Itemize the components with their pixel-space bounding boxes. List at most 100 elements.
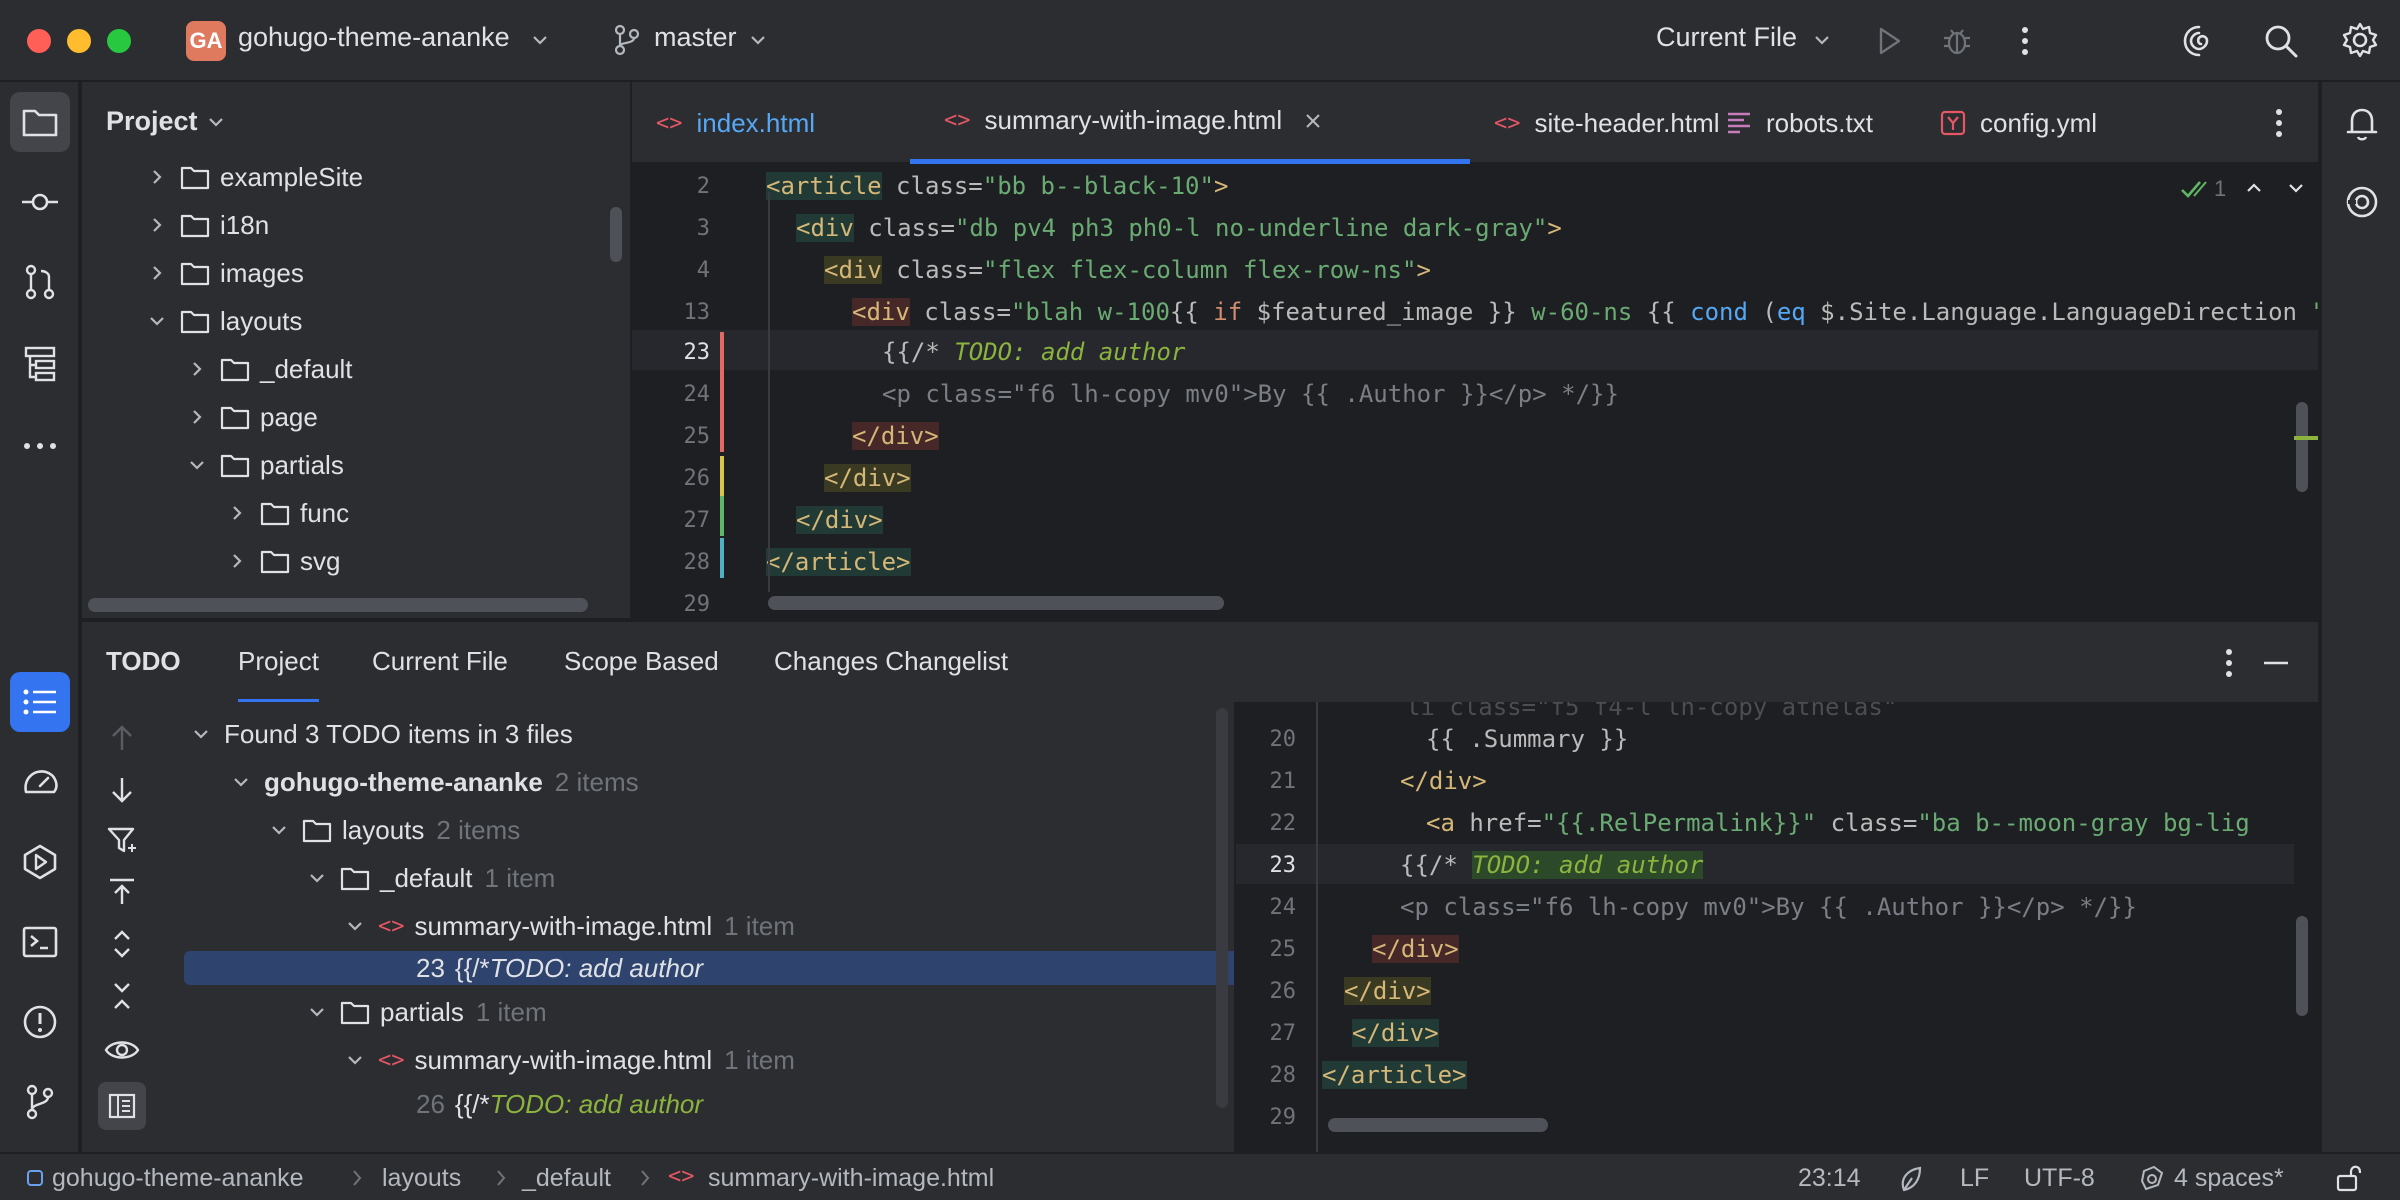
project-tool-button[interactable] — [10, 92, 70, 152]
todo-tool-button[interactable] — [10, 672, 70, 732]
todo-tree-default[interactable]: _default 1 item — [302, 856, 555, 900]
chevron-right-icon[interactable] — [142, 210, 172, 240]
ai-assistant-icon[interactable] — [2180, 22, 2218, 60]
tab-changes-changelist[interactable]: Changes Changelist — [774, 646, 1008, 677]
filter-icon[interactable] — [106, 824, 138, 856]
todo-tree-file-2[interactable]: <> summary-with-image.html 1 item — [340, 1038, 795, 1082]
more-tools-button[interactable] — [10, 416, 70, 476]
line-ending[interactable]: LF — [1960, 1164, 1989, 1193]
inspection-count[interactable]: 1 — [2214, 176, 2226, 202]
breadcrumb-file[interactable]: summary-with-image.html — [708, 1164, 994, 1193]
branch-name[interactable]: master — [654, 22, 737, 53]
tab-scope-based[interactable]: Scope Based — [564, 646, 719, 677]
todo-tree-root[interactable]: gohugo-theme-ananke 2 items — [226, 760, 639, 804]
chevron-down-icon[interactable] — [340, 1045, 370, 1075]
arrow-up-icon[interactable] — [106, 722, 138, 754]
chevron-right-icon[interactable] — [222, 498, 252, 528]
chevron-up-icon[interactable] — [2244, 178, 2264, 198]
todo-tree-partials[interactable]: partials 1 item — [302, 990, 547, 1034]
chevron-down-icon[interactable] — [206, 112, 226, 132]
todo-item[interactable]: 26 {{/* TODO: add author — [416, 1082, 703, 1126]
editorconfig-icon[interactable] — [2138, 1165, 2166, 1193]
chevron-down-icon[interactable] — [142, 306, 172, 336]
more-vertical-icon[interactable] — [2012, 24, 2038, 58]
breadcrumb-default[interactable]: _default — [522, 1164, 611, 1193]
arrow-down-icon[interactable] — [106, 774, 138, 806]
close-window-button[interactable] — [27, 29, 51, 53]
breadcrumb-layouts[interactable]: layouts — [382, 1164, 461, 1193]
structure-tool-button[interactable] — [10, 334, 70, 394]
preview-horizontal-scrollbar[interactable] — [1328, 1118, 1548, 1132]
collapse-all-icon[interactable] — [106, 980, 138, 1012]
more-vertical-icon[interactable] — [2222, 646, 2236, 680]
caret-position[interactable]: 23:14 — [1798, 1164, 1861, 1193]
tab-robots-txt[interactable]: robots.txt — [1694, 82, 1873, 164]
chevron-right-icon[interactable] — [182, 354, 212, 384]
services-tool-button[interactable] — [10, 832, 70, 892]
zoom-window-button[interactable] — [107, 29, 131, 53]
tab-project[interactable]: Project — [238, 646, 319, 704]
tab-config-yml[interactable]: config.yml — [1940, 82, 2097, 164]
project-panel-title[interactable]: Project — [106, 106, 198, 137]
pull-requests-tool-button[interactable] — [10, 252, 70, 312]
minimize-window-button[interactable] — [67, 29, 91, 53]
tab-index-html[interactable]: <> index.html — [656, 82, 815, 164]
chevron-down-icon[interactable] — [186, 719, 216, 749]
chevron-down-icon[interactable] — [302, 997, 332, 1027]
breadcrumb-project[interactable]: gohugo-theme-ananke — [52, 1164, 304, 1193]
chevron-down-icon[interactable] — [226, 767, 256, 797]
todo-tree-file-1[interactable]: <> summary-with-image.html 1 item — [340, 904, 795, 948]
chevron-down-icon[interactable] — [340, 911, 370, 941]
problems-tool-button[interactable] — [10, 992, 70, 1052]
tab-site-header-html[interactable]: <> site-header.html — [1360, 82, 1719, 164]
vertical-scrollbar[interactable] — [610, 207, 622, 262]
run-icon[interactable] — [1874, 25, 1904, 57]
unlock-icon[interactable] — [2334, 1164, 2362, 1192]
search-icon[interactable] — [2262, 22, 2300, 60]
readonly-icon[interactable] — [1898, 1166, 1926, 1192]
eye-icon[interactable] — [104, 1036, 140, 1064]
settings-gear-icon[interactable] — [2340, 20, 2380, 60]
preview-toggle-button[interactable] — [98, 1082, 146, 1130]
chevron-down-icon[interactable] — [2286, 178, 2306, 198]
chevron-right-icon[interactable] — [222, 546, 252, 576]
chevron-right-icon[interactable] — [142, 258, 172, 288]
close-tab-icon[interactable] — [1304, 112, 1322, 130]
tree-item-examplesite[interactable]: exampleSite — [142, 155, 363, 199]
profiler-tool-button[interactable] — [10, 752, 70, 812]
branch-icon[interactable] — [612, 24, 642, 56]
todo-tree-layouts[interactable]: layouts 2 items — [264, 808, 520, 852]
todo-tree-scrollbar[interactable] — [1216, 708, 1228, 1108]
horizontal-scrollbar[interactable] — [88, 598, 588, 612]
tree-item-page[interactable]: page — [182, 395, 318, 439]
commit-tool-button[interactable] — [10, 172, 70, 232]
todo-summary-row[interactable]: Found 3 TODO items in 3 files — [186, 712, 573, 756]
tree-item-images[interactable]: images — [142, 251, 304, 295]
chevron-down-icon[interactable] — [264, 815, 294, 845]
notifications-button[interactable] — [2332, 94, 2392, 154]
tree-item-func[interactable]: func — [222, 491, 349, 535]
ai-chat-button[interactable] — [2332, 172, 2392, 232]
chevron-down-icon[interactable] — [302, 863, 332, 893]
export-icon[interactable] — [106, 876, 138, 908]
tree-item-svg[interactable]: svg — [222, 539, 340, 583]
chevron-down-icon[interactable] — [748, 30, 768, 50]
git-tool-button[interactable] — [10, 1072, 70, 1132]
tree-item-default[interactable]: _default — [182, 347, 353, 391]
indent-setting[interactable]: 4 spaces* — [2174, 1164, 2284, 1193]
todo-item-selected[interactable]: 23 {{/* TODO: add author — [416, 946, 703, 990]
tree-item-i18n[interactable]: i18n — [142, 203, 269, 247]
project-badge[interactable]: GA — [186, 21, 226, 61]
debug-icon[interactable] — [1940, 24, 1974, 58]
preview-vertical-scrollbar[interactable] — [2296, 916, 2308, 1016]
terminal-tool-button[interactable] — [10, 912, 70, 972]
chevron-down-icon[interactable] — [530, 30, 550, 50]
tab-current-file[interactable]: Current File — [372, 646, 508, 677]
tree-item-partials[interactable]: partials — [182, 443, 344, 487]
editor-horizontal-scrollbar[interactable] — [768, 596, 1224, 610]
more-vertical-icon[interactable] — [2272, 106, 2286, 140]
file-encoding[interactable]: UTF-8 — [2024, 1164, 2095, 1193]
chevron-down-icon[interactable] — [1812, 30, 1832, 50]
editor-vertical-scrollbar[interactable] — [2296, 402, 2308, 492]
chevron-right-icon[interactable] — [142, 162, 172, 192]
